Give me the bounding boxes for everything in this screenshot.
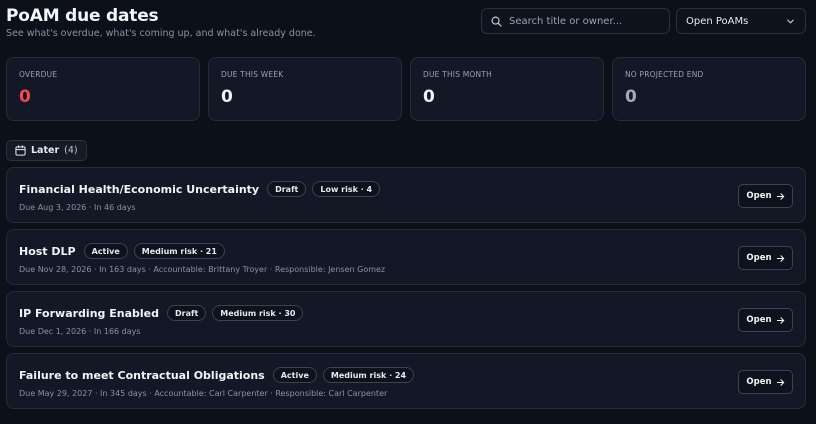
poam-meta: Due Nov 28, 2026 · In 163 days · Account… xyxy=(19,265,386,274)
risk-badge: Medium risk · 24 xyxy=(322,367,415,383)
chevron-down-icon xyxy=(787,19,794,23)
stat-card-due-this-week: DUE THIS WEEK 0 xyxy=(208,57,402,121)
group-label: Later xyxy=(31,145,60,156)
open-button[interactable]: Open xyxy=(738,184,793,208)
stat-label: OVERDUE xyxy=(19,70,58,79)
poam-due-dates-page: PoAM due dates See what's overdue, what'… xyxy=(0,0,816,424)
poam-title: IP Forwarding Enabled xyxy=(19,306,159,320)
page-subtitle: See what's overdue, what's coming up, an… xyxy=(6,28,316,39)
stat-card-overdue: OVERDUE 0 xyxy=(6,57,200,121)
risk-badge: Medium risk · 30 xyxy=(212,305,304,321)
group-count: (4) xyxy=(64,145,78,156)
status-badge: Active xyxy=(83,243,128,259)
open-button[interactable]: Open xyxy=(738,308,793,332)
poam-meta: Due May 29, 2027 · In 345 days · Account… xyxy=(19,389,388,398)
open-button-label: Open xyxy=(746,377,772,387)
poam-title: Host DLP xyxy=(19,244,76,258)
stat-value: 0 xyxy=(625,87,637,107)
poam-list: Financial Health/Economic Uncertainty Dr… xyxy=(6,167,806,415)
stat-card-no-projected-end: NO PROJECTED END 0 xyxy=(612,57,806,121)
search-input[interactable] xyxy=(509,15,659,27)
stat-label: DUE THIS WEEK xyxy=(221,70,284,79)
open-button[interactable]: Open xyxy=(738,370,793,394)
stat-value: 0 xyxy=(221,87,233,107)
arrow-right-icon xyxy=(776,316,784,324)
stat-value: 0 xyxy=(423,87,435,107)
poam-item: Failure to meet Contractual Obligations … xyxy=(6,353,806,409)
page-title: PoAM due dates xyxy=(6,6,159,26)
arrow-right-icon xyxy=(776,254,784,262)
risk-badge: Medium risk · 21 xyxy=(133,243,225,259)
open-button-label: Open xyxy=(746,191,772,201)
arrow-right-icon xyxy=(776,378,784,386)
poam-item: IP Forwarding Enabled Draft Medium risk … xyxy=(6,291,806,347)
status-badge: Draft xyxy=(267,181,307,197)
arrow-right-icon xyxy=(776,192,784,200)
group-toggle-later[interactable]: Later (4) xyxy=(6,140,87,161)
poam-item: Host DLP Active Medium risk · 21 Due Nov… xyxy=(6,229,806,285)
risk-badge: Low risk · 4 xyxy=(312,181,381,197)
open-button-label: Open xyxy=(746,253,772,263)
stat-card-due-this-month: DUE THIS MONTH 0 xyxy=(410,57,604,121)
calendar-icon xyxy=(15,145,26,156)
poam-title: Financial Health/Economic Uncertainty xyxy=(19,182,260,196)
status-filter-select[interactable]: Open PoAMs xyxy=(676,8,806,34)
stat-label: DUE THIS MONTH xyxy=(423,70,492,79)
status-filter-value: Open PoAMs xyxy=(686,15,749,27)
poam-meta: Due Aug 3, 2026 · In 46 days xyxy=(19,203,136,212)
poam-title: Failure to meet Contractual Obligations xyxy=(19,368,265,382)
search-box[interactable] xyxy=(481,8,670,34)
stat-value: 0 xyxy=(19,87,31,107)
poam-item: Financial Health/Economic Uncertainty Dr… xyxy=(6,167,806,223)
stats-row: OVERDUE 0 DUE THIS WEEK 0 DUE THIS MONTH… xyxy=(6,57,806,121)
search-icon xyxy=(491,16,502,27)
open-button-label: Open xyxy=(746,315,772,325)
status-badge: Active xyxy=(272,367,317,383)
status-badge: Draft xyxy=(166,305,207,321)
open-button[interactable]: Open xyxy=(738,246,793,270)
stat-label: NO PROJECTED END xyxy=(625,70,704,79)
poam-meta: Due Dec 1, 2026 · In 166 days xyxy=(19,327,141,336)
